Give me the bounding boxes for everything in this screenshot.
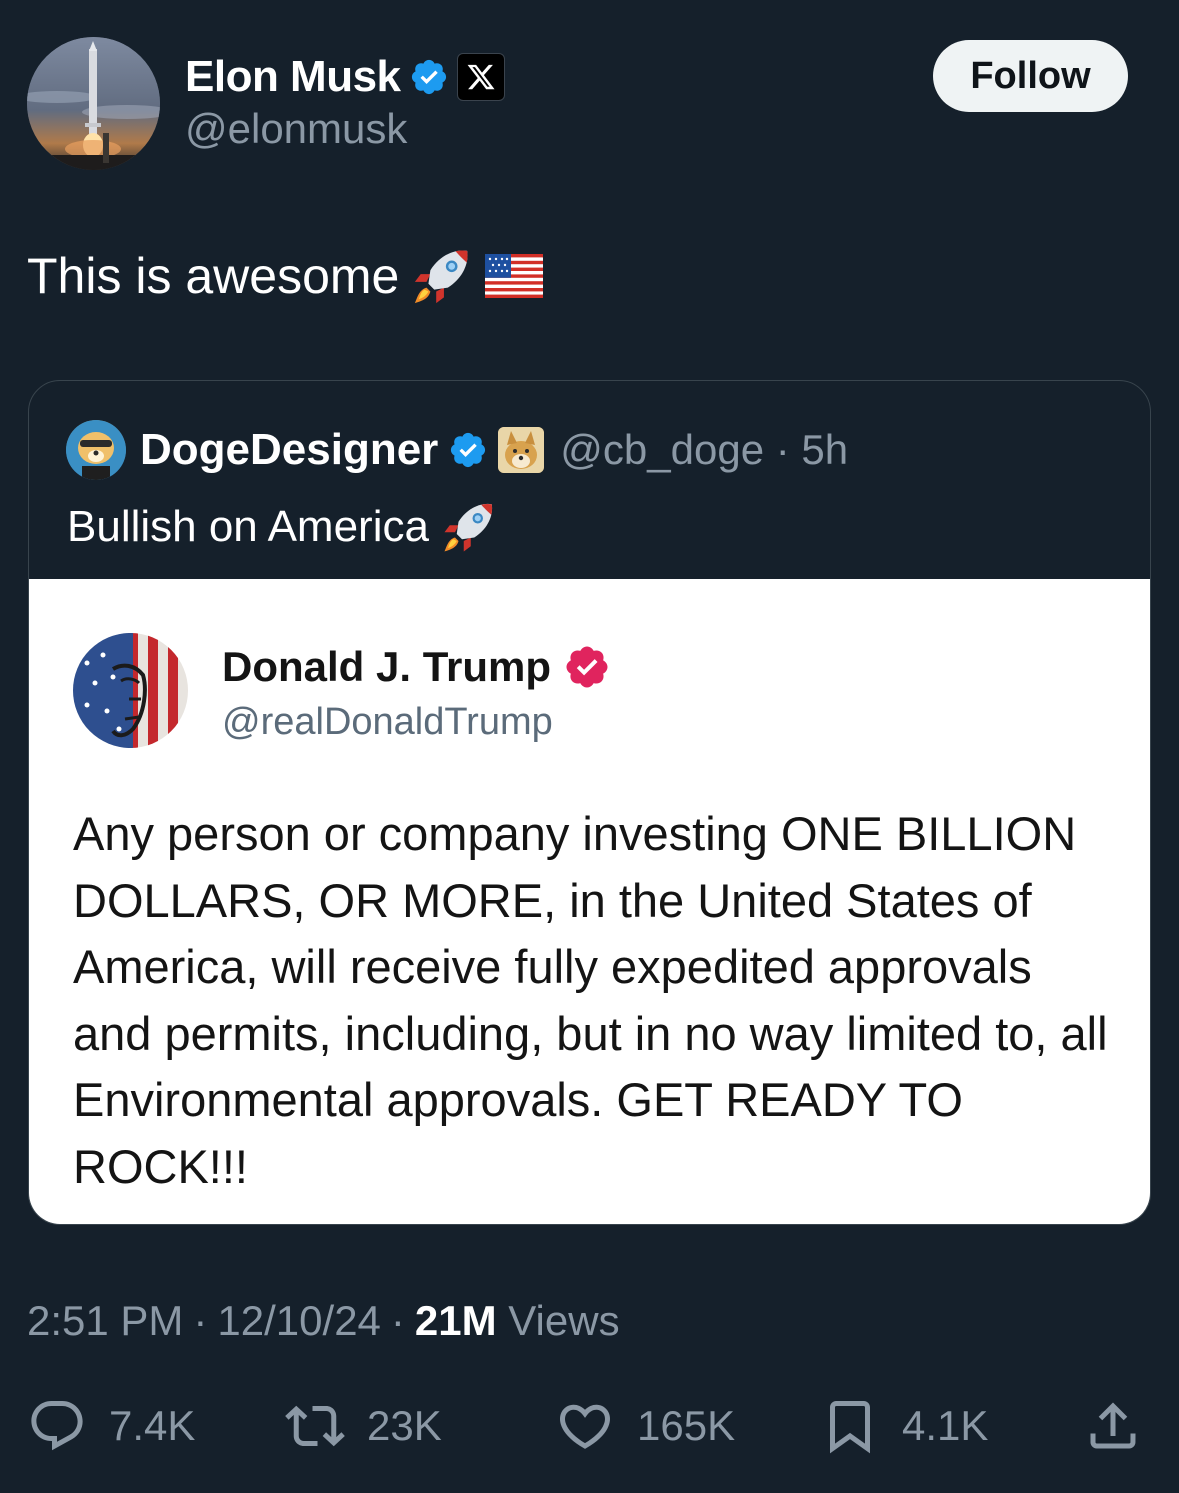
share-icon [1090, 1402, 1136, 1449]
embedded-author-name: Donald J. Trump [222, 643, 552, 690]
post-meta: 2:51 PM · 12/10/24 · 21M Views [27, 1297, 620, 1345]
quoted-post-image[interactable]: Donald J. Trump @realDonaldTrump Any per… [29, 579, 1150, 1224]
verified-badge-icon [411, 59, 446, 95]
bookmark-button[interactable]: 4.1K [820, 1393, 988, 1459]
views-count: 21M [414, 1297, 497, 1344]
follow-button[interactable]: Follow [933, 40, 1128, 112]
reply-button[interactable]: 7.4K [27, 1393, 195, 1459]
like-button[interactable]: 165K [555, 1393, 735, 1459]
post-date[interactable]: 12/10/24 [217, 1297, 381, 1345]
rocket-icon [444, 503, 493, 552]
doge-affiliation-icon[interactable] [498, 427, 545, 473]
verified-badge-icon [566, 646, 608, 688]
like-count: 165K [637, 1402, 736, 1449]
quoted-post-card[interactable]: DogeDesigner @cb_doge · 5h Bullish on Am… [28, 380, 1151, 1225]
embedded-author-avatar [73, 633, 188, 748]
quoted-post-header: DogeDesigner @cb_doge · 5h [66, 417, 848, 483]
reply-icon [31, 1401, 83, 1451]
embedded-author-handle: @realDonaldTrump [222, 701, 553, 743]
reply-count: 7.4K [109, 1402, 196, 1449]
heart-icon [559, 1404, 611, 1449]
quoted-author-handle-time[interactable]: @cb_doge · 5h [560, 426, 848, 474]
bookmark-count: 4.1K [902, 1402, 989, 1449]
post-text-content: This is awesome [27, 248, 400, 304]
repost-icon [285, 1405, 345, 1447]
bookmark-icon [830, 1401, 870, 1454]
embedded-post-body: Any person or company investing ONE BILL… [73, 807, 1108, 1193]
starship-launch-image [27, 37, 160, 170]
author-handle[interactable]: @elonmusk [185, 105, 407, 153]
quoted-author-name[interactable]: DogeDesigner [140, 425, 438, 475]
repost-count: 23K [367, 1402, 442, 1449]
post-text: This is awesome [27, 245, 544, 307]
author-avatar[interactable] [27, 37, 160, 170]
author-display-name[interactable]: Elon Musk [185, 52, 401, 102]
repost-button[interactable]: 23K [285, 1393, 442, 1459]
meta-separator: · [390, 1297, 405, 1344]
quoted-post-text: Bullish on America [67, 499, 497, 555]
views-label: Views [508, 1297, 620, 1344]
rocket-icon [415, 250, 468, 304]
x-affiliation-icon[interactable] [456, 53, 505, 101]
share-button[interactable] [1083, 1393, 1143, 1459]
verified-badge-icon [451, 432, 486, 468]
embedded-name-row: Donald J. Trump [222, 643, 611, 691]
quoted-post-text-content: Bullish on America [67, 502, 429, 551]
quoted-author-avatar[interactable] [66, 420, 126, 480]
us-flag-icon [485, 254, 544, 298]
post-time[interactable]: 2:51 PM [27, 1297, 183, 1345]
meta-separator: · [193, 1297, 208, 1344]
author-name-row: Elon Musk [185, 52, 505, 102]
